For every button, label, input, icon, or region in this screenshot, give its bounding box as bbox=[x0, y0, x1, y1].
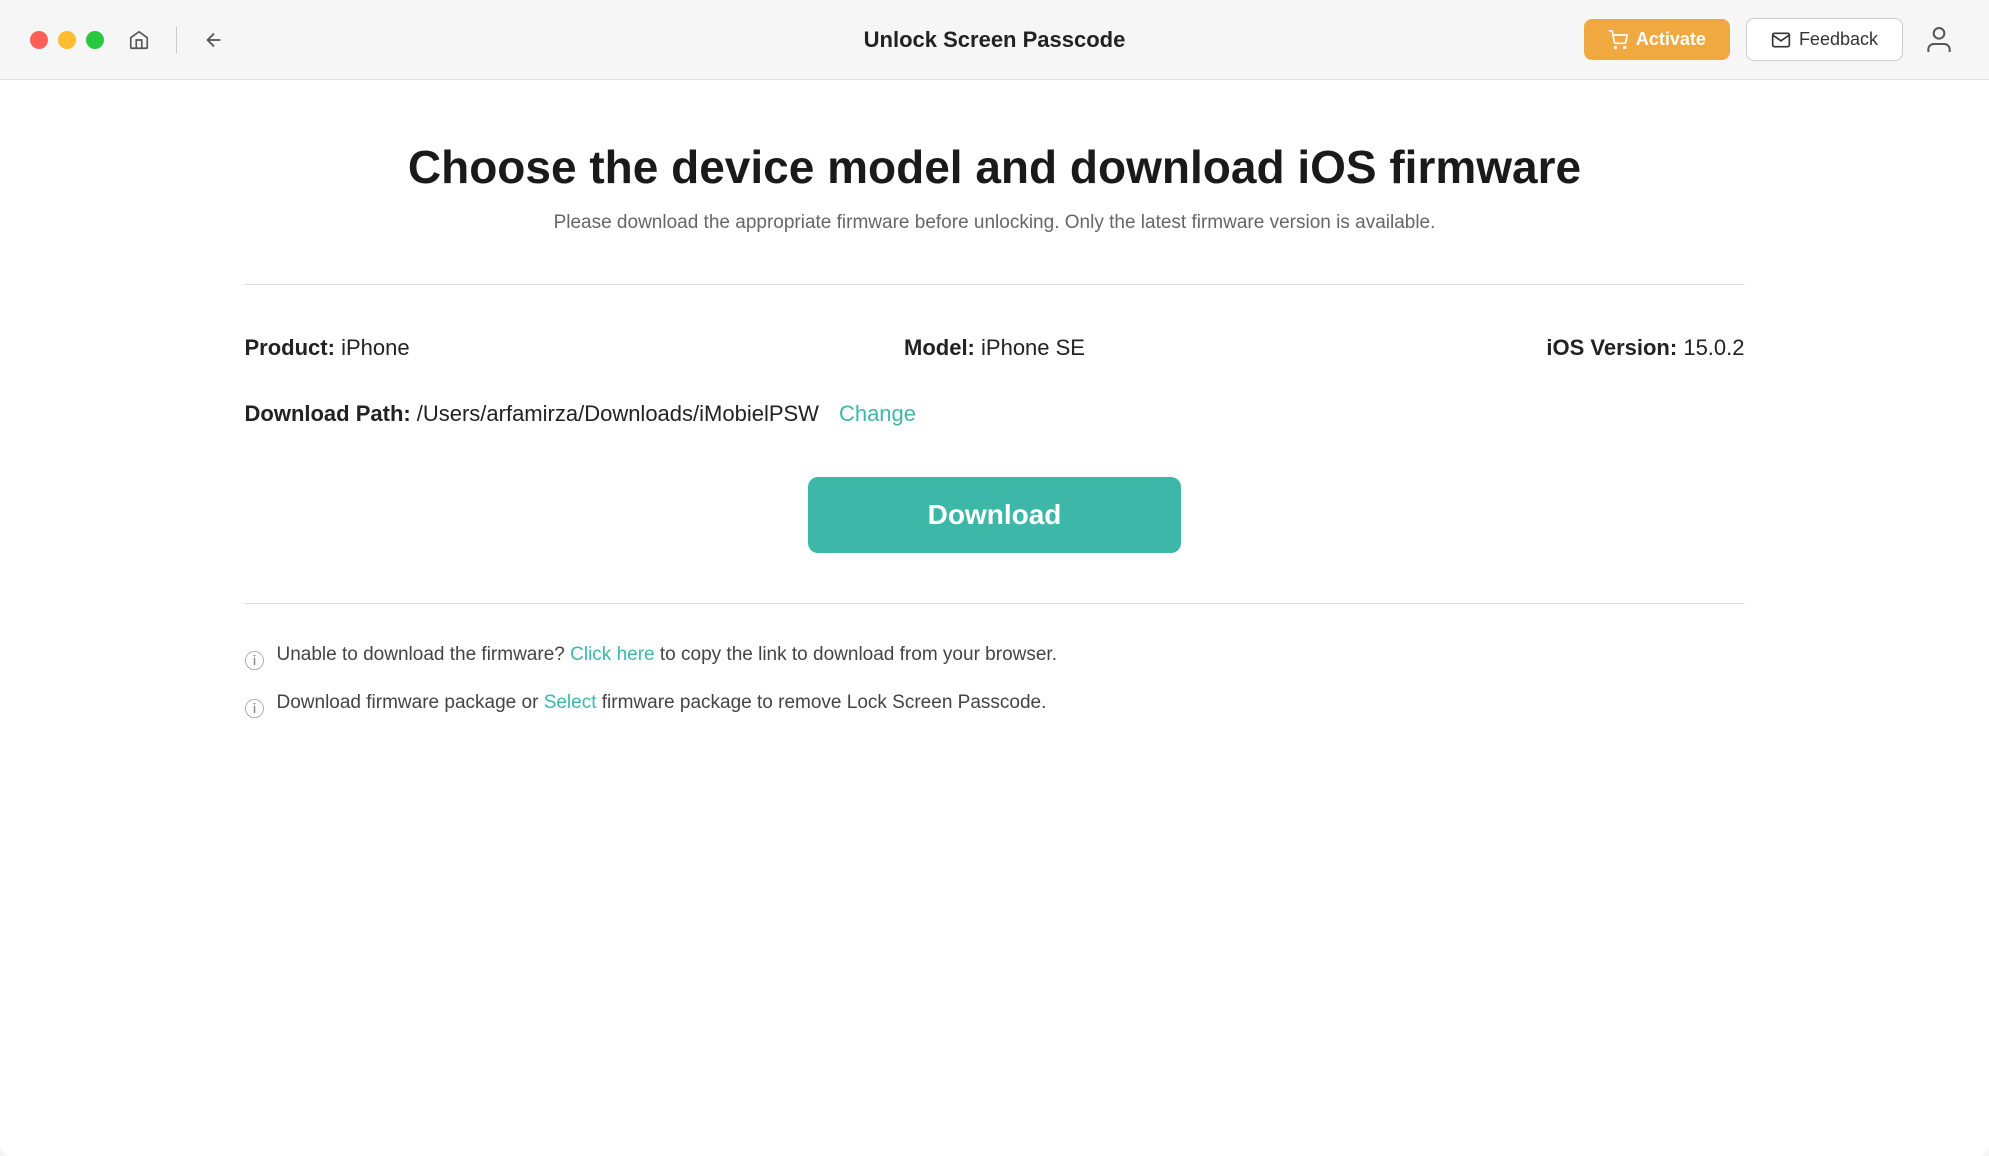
user-icon bbox=[1923, 24, 1955, 56]
click-here-link[interactable]: Click here bbox=[570, 644, 654, 665]
back-button[interactable] bbox=[199, 25, 229, 55]
close-button[interactable] bbox=[30, 31, 48, 49]
download-button[interactable]: Download bbox=[808, 477, 1182, 553]
minimize-button[interactable] bbox=[58, 31, 76, 49]
app-window: Unlock Screen Passcode Activate Feedback bbox=[0, 0, 1989, 1156]
product-info: Product: iPhone bbox=[245, 335, 745, 361]
ios-version-label: iOS Version: bbox=[1546, 335, 1677, 360]
nav-controls bbox=[124, 25, 229, 55]
help-section: ⓘ Unable to download the firmware? Click… bbox=[245, 644, 1745, 740]
page-title: Unlock Screen Passcode bbox=[864, 27, 1126, 53]
help-text-2: Download firmware package or Select firm… bbox=[277, 692, 1047, 714]
help-text-1: Unable to download the firmware? Click h… bbox=[277, 644, 1057, 666]
page-header: Choose the device model and download iOS… bbox=[408, 140, 1581, 234]
product-label: Product: bbox=[245, 335, 335, 360]
model-value: iPhone SE bbox=[981, 335, 1085, 360]
select-link[interactable]: Select bbox=[544, 692, 597, 713]
download-path-row: Download Path: /Users/arfamirza/Download… bbox=[245, 401, 1745, 427]
help-icon-2: ⓘ bbox=[245, 693, 265, 722]
user-button[interactable] bbox=[1919, 20, 1959, 60]
top-divider bbox=[245, 284, 1745, 285]
download-path-label: Download Path: bbox=[245, 401, 411, 427]
main-subtitle: Please download the appropriate firmware… bbox=[408, 212, 1581, 234]
info-section: Product: iPhone Model: iPhone SE iOS Ver… bbox=[245, 335, 1745, 427]
cart-icon bbox=[1608, 30, 1628, 50]
product-value: iPhone bbox=[341, 335, 410, 360]
activate-button[interactable]: Activate bbox=[1584, 19, 1730, 60]
feedback-button[interactable]: Feedback bbox=[1746, 18, 1903, 61]
window-controls bbox=[30, 31, 104, 49]
ios-version-value: 15.0.2 bbox=[1683, 335, 1744, 360]
help-item-1: ⓘ Unable to download the firmware? Click… bbox=[245, 644, 1745, 674]
download-path-value: /Users/arfamirza/Downloads/iMobielPSW bbox=[417, 401, 819, 427]
main-title: Choose the device model and download iOS… bbox=[408, 140, 1581, 194]
nav-divider bbox=[176, 26, 177, 54]
download-btn-wrapper: Download bbox=[808, 477, 1182, 553]
title-bar-right: Activate Feedback bbox=[1584, 18, 1959, 61]
title-bar: Unlock Screen Passcode Activate Feedback bbox=[0, 0, 1989, 80]
main-content: Choose the device model and download iOS… bbox=[0, 80, 1989, 1156]
model-label: Model: bbox=[904, 335, 975, 360]
mail-icon bbox=[1771, 30, 1791, 50]
model-info: Model: iPhone SE bbox=[745, 335, 1245, 361]
device-info-row: Product: iPhone Model: iPhone SE iOS Ver… bbox=[245, 335, 1745, 361]
help-item-2: ⓘ Download firmware package or Select fi… bbox=[245, 692, 1745, 722]
maximize-button[interactable] bbox=[86, 31, 104, 49]
home-button[interactable] bbox=[124, 25, 154, 55]
ios-version-info: iOS Version: 15.0.2 bbox=[1245, 335, 1745, 361]
bottom-divider bbox=[245, 603, 1745, 604]
help-icon-1: ⓘ bbox=[245, 645, 265, 674]
change-link[interactable]: Change bbox=[839, 401, 916, 427]
